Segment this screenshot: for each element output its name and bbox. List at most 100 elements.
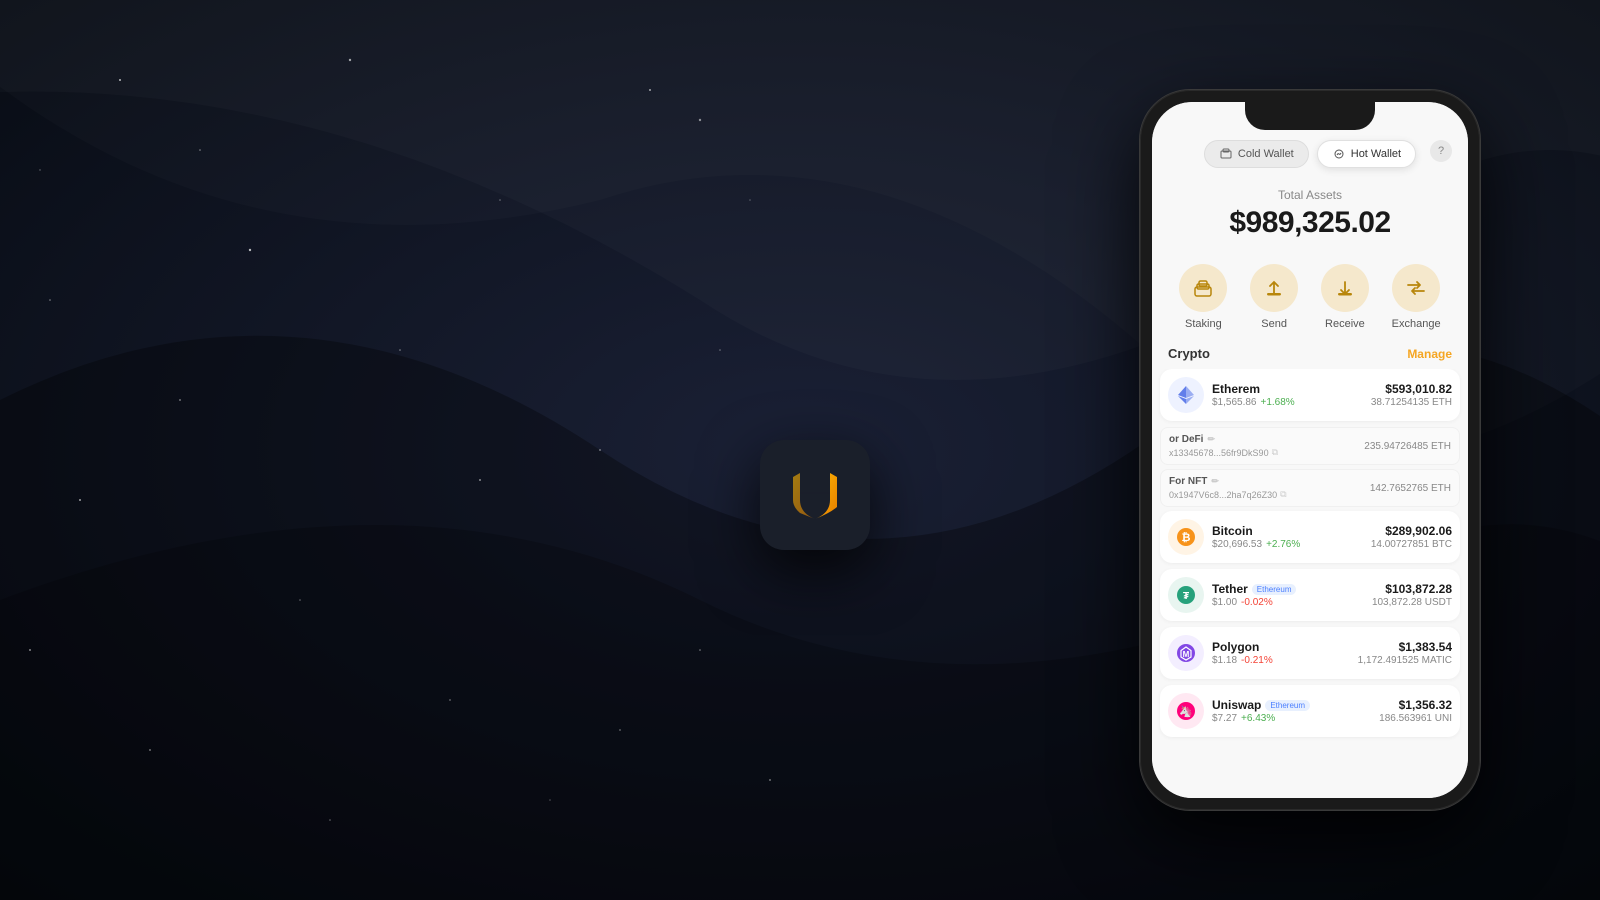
nft-header: For NFT ✏ <box>1169 476 1287 487</box>
tether-change: -0.02% <box>1241 597 1273 608</box>
cold-wallet-label: Cold Wallet <box>1238 148 1294 160</box>
defi-header: or DeFi ✏ <box>1169 434 1278 445</box>
crypto-list: Etherem $1,565.86 +1.68% $593,010.82 38.… <box>1152 369 1468 743</box>
send-icon <box>1250 264 1298 312</box>
cold-wallet-icon <box>1219 147 1233 161</box>
ethereum-price-value: $1,565.86 <box>1212 397 1257 408</box>
nft-addr-text: 0x1947V6c8...2ha7q26Z30 <box>1169 490 1277 500</box>
phone-frame: Cold Wallet Hot Wallet ? <box>1140 90 1480 810</box>
defi-edit-icon[interactable]: ✏ <box>1207 434 1215 445</box>
tether-info: Tether Ethereum $1.00 -0.02% <box>1212 582 1372 608</box>
uniswap-values: $1,356.32 186.563961 UNI <box>1379 698 1452 724</box>
receive-icon <box>1321 264 1369 312</box>
polygon-price-value: $1.18 <box>1212 655 1237 666</box>
bitcoin-info: Bitcoin $20,696.53 +2.76% <box>1212 524 1371 550</box>
bitcoin-item[interactable]: ₿ Bitcoin $20,696.53 +2.76% $289,902.06 <box>1160 511 1460 563</box>
ethereum-change: +1.68% <box>1261 397 1295 408</box>
receive-button[interactable]: Receive <box>1321 264 1369 330</box>
tether-icon: ₮ <box>1168 577 1204 613</box>
ethereum-price: $1,565.86 +1.68% <box>1212 397 1371 408</box>
bitcoin-values: $289,902.06 14.00727851 BTC <box>1371 524 1452 550</box>
svg-text:M: M <box>1183 650 1190 659</box>
crypto-section-header: Crypto Manage <box>1152 346 1468 369</box>
nft-copy-icon[interactable]: ⧉ <box>1280 489 1286 500</box>
hot-wallet-icon <box>1332 147 1346 161</box>
ethereum-values: $593,010.82 38.71254135 ETH <box>1371 382 1452 408</box>
crypto-section-title: Crypto <box>1168 346 1210 361</box>
polygon-usd: $1,383.54 <box>1358 640 1452 654</box>
total-assets-label: Total Assets <box>1172 188 1448 202</box>
send-button[interactable]: Send <box>1250 264 1298 330</box>
receive-label: Receive <box>1325 318 1365 330</box>
ethereum-info: Etherem $1,565.86 +1.68% <box>1212 382 1371 408</box>
polygon-values: $1,383.54 1,172.491525 MATIC <box>1358 640 1452 666</box>
svg-text:₿: ₿ <box>1182 532 1191 544</box>
defi-amount: 235.94726485 ETH <box>1364 441 1451 452</box>
bitcoin-price: $20,696.53 +2.76% <box>1212 539 1371 550</box>
ethereum-nft-subitem: For NFT ✏ 0x1947V6c8...2ha7q26Z30 ⧉ 142.… <box>1160 469 1460 507</box>
defi-addr-text: x13345678...56fr9DkS90 <box>1169 448 1269 458</box>
staking-icon <box>1179 264 1227 312</box>
help-icon: ? <box>1438 145 1444 157</box>
tether-values: $103,872.28 103,872.28 USDT <box>1372 582 1452 608</box>
send-label: Send <box>1261 318 1287 330</box>
uniswap-badge: Ethereum <box>1265 700 1310 711</box>
uniswap-price: $7.27 +6.43% <box>1212 713 1379 724</box>
exchange-label: Exchange <box>1392 318 1441 330</box>
total-assets-section: Total Assets $989,325.02 <box>1152 180 1468 256</box>
manage-button[interactable]: Manage <box>1407 347 1452 361</box>
tether-price-value: $1.00 <box>1212 597 1237 608</box>
cold-wallet-button[interactable]: Cold Wallet <box>1204 140 1309 168</box>
tether-name: Tether Ethereum <box>1212 582 1372 596</box>
bitcoin-icon: ₿ <box>1168 519 1204 555</box>
help-button[interactable]: ? <box>1430 140 1452 162</box>
hot-wallet-label: Hot Wallet <box>1351 148 1401 160</box>
defi-label: or DeFi <box>1169 434 1203 445</box>
nft-address: 0x1947V6c8...2ha7q26Z30 ⧉ <box>1169 489 1287 500</box>
bitcoin-change: +2.76% <box>1266 539 1300 550</box>
tether-badge: Ethereum <box>1252 584 1297 595</box>
total-assets-value: $989,325.02 <box>1172 206 1448 240</box>
staking-label: Staking <box>1185 318 1222 330</box>
defi-address: x13345678...56fr9DkS90 ⧉ <box>1169 447 1278 458</box>
bitcoin-amount: 14.00727851 BTC <box>1371 539 1452 550</box>
uniswap-amount: 186.563961 UNI <box>1379 713 1452 724</box>
uniswap-price-value: $7.27 <box>1212 713 1237 724</box>
polygon-info: Polygon $1.18 -0.21% <box>1212 640 1358 666</box>
bitcoin-usd: $289,902.06 <box>1371 524 1452 538</box>
action-buttons: Staking Send <box>1152 256 1468 346</box>
ethereum-icon <box>1168 377 1204 413</box>
phone-content: Cold Wallet Hot Wallet ? <box>1152 102 1468 798</box>
polygon-item[interactable]: M Polygon $1.18 -0.21% $1,383.54 <box>1160 627 1460 679</box>
defi-copy-icon[interactable]: ⧉ <box>1272 447 1278 458</box>
ethereum-usd: $593,010.82 <box>1371 382 1452 396</box>
svg-text:🦄: 🦄 <box>1179 705 1193 718</box>
uniswap-change: +6.43% <box>1241 713 1275 724</box>
phone-notch <box>1245 102 1375 130</box>
staking-button[interactable]: Staking <box>1179 264 1227 330</box>
exchange-button[interactable]: Exchange <box>1392 264 1441 330</box>
nft-amount: 142.7652765 ETH <box>1370 483 1451 494</box>
shield-icon <box>785 465 845 525</box>
uniswap-icon: 🦄 <box>1168 693 1204 729</box>
polygon-change: -0.21% <box>1241 655 1273 666</box>
uniswap-item[interactable]: 🦄 Uniswap Ethereum $7.27 +6.43% <box>1160 685 1460 737</box>
uniswap-name: Uniswap Ethereum <box>1212 698 1379 712</box>
tether-price: $1.00 -0.02% <box>1212 597 1372 608</box>
svg-text:₮: ₮ <box>1183 591 1189 602</box>
bitcoin-price-value: $20,696.53 <box>1212 539 1262 550</box>
ethereum-item[interactable]: Etherem $1,565.86 +1.68% $593,010.82 38.… <box>1160 369 1460 421</box>
nft-label: For NFT <box>1169 476 1207 487</box>
ethereum-amount: 38.71254135 ETH <box>1371 397 1452 408</box>
bitcoin-name: Bitcoin <box>1212 524 1371 538</box>
nft-edit-icon[interactable]: ✏ <box>1211 476 1219 487</box>
polygon-price: $1.18 -0.21% <box>1212 655 1358 666</box>
polygon-name: Polygon <box>1212 640 1358 654</box>
tether-item[interactable]: ₮ Tether Ethereum $1.00 -0.02% <box>1160 569 1460 621</box>
hot-wallet-button[interactable]: Hot Wallet <box>1317 140 1416 168</box>
phone-screen: Cold Wallet Hot Wallet ? <box>1152 102 1468 798</box>
tether-usd: $103,872.28 <box>1372 582 1452 596</box>
ethereum-name: Etherem <box>1212 382 1371 396</box>
app-icon[interactable] <box>760 440 870 550</box>
exchange-icon <box>1392 264 1440 312</box>
